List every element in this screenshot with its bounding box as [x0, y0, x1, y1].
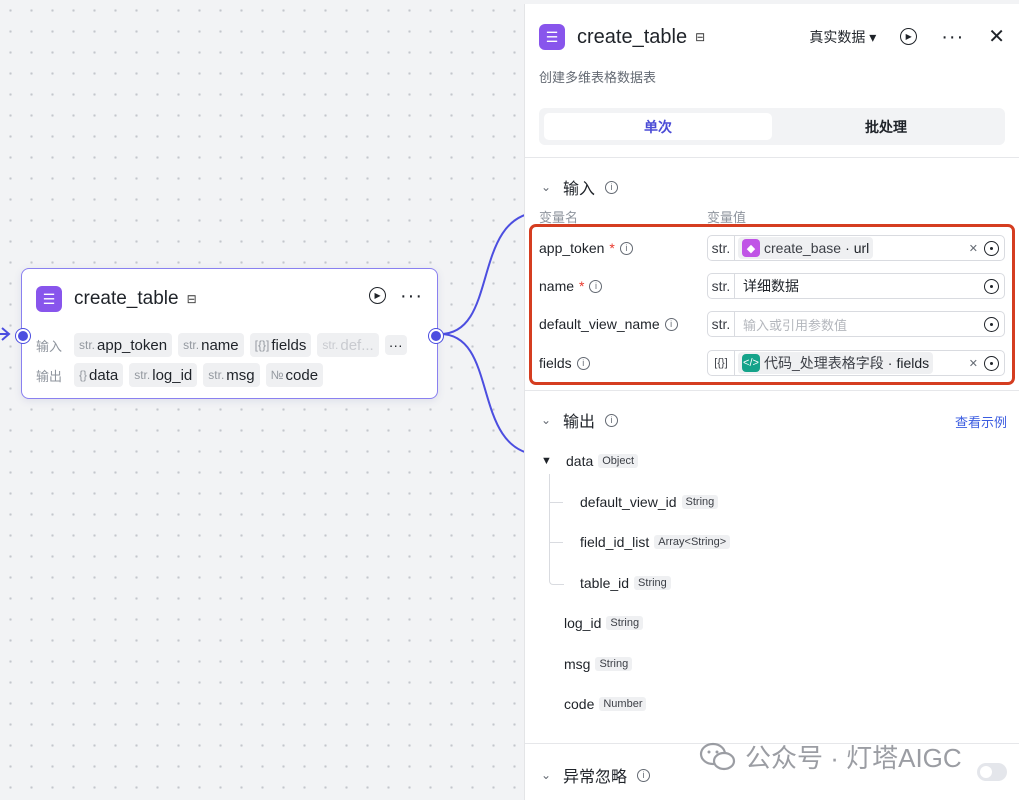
reference-chip[interactable]: </> 代码_处理表格字段 · fields — [738, 352, 934, 374]
workflow-canvas[interactable]: ☰ create_table ⊟ ▶ ··· 输入 str. app_token … — [0, 0, 541, 800]
view-example-link[interactable]: 查看示例 — [955, 412, 1007, 431]
output-msg: msg String — [564, 656, 633, 672]
table-icon: ☰ — [36, 286, 62, 312]
param-row-app-token: app_token * i str. ◆ create_base · url ✕ — [539, 234, 1005, 262]
reference-chip[interactable]: ◆ create_base · url — [738, 237, 874, 259]
node-input-chip: str. name — [178, 333, 244, 357]
default-view-name-field[interactable]: str. 输入或引用参数值 — [707, 311, 1005, 337]
panel-description: 创建多维表格数据表 — [539, 70, 657, 85]
data-mode-dropdown[interactable]: 真实数据 ▾ — [809, 27, 876, 47]
watermark: 公众号 · 灯塔AIGC — [699, 738, 962, 775]
info-icon: i — [637, 768, 651, 782]
cube-icon: ◆ — [742, 239, 760, 257]
divider — [525, 157, 1019, 158]
node-title: create_table — [74, 288, 179, 309]
info-icon: i — [576, 356, 590, 370]
reference-target-icon[interactable] — [984, 355, 999, 371]
info-icon: i — [619, 241, 633, 255]
more-icon[interactable]: ··· — [400, 286, 423, 306]
chevron-down-icon: ⌄ — [541, 413, 552, 427]
node-output-chip: {} data — [74, 363, 124, 387]
output-log-id: log_id String — [564, 615, 644, 631]
plugin-icon: ⊟ — [695, 30, 706, 44]
error-ignore-toggle[interactable] — [977, 763, 1007, 781]
app-token-field[interactable]: str. ◆ create_base · url ✕ — [707, 235, 1005, 261]
param-row-default-view-name: default_view_name i str. 输入或引用参数值 — [539, 310, 1005, 338]
node-input-chip: [{}] fields — [249, 333, 312, 357]
divider — [525, 390, 1019, 391]
caret-down-icon: ▼ — [541, 455, 552, 467]
tab-batch[interactable]: 批处理 — [772, 113, 1000, 140]
node-output-chip: str. log_id — [129, 363, 198, 387]
name-field[interactable]: str. 详细数据 — [707, 273, 1005, 299]
output-table-id: table_id String — [580, 575, 671, 591]
tree-tick — [549, 542, 563, 543]
run-button[interactable]: ▶ — [369, 287, 387, 304]
error-section-header[interactable]: ⌄ 异常忽略 i — [541, 763, 651, 787]
output-label: 输出 — [36, 368, 63, 384]
plugin-icon: ⊟ — [186, 292, 197, 306]
reference-target-icon[interactable] — [984, 240, 999, 256]
table-icon: ☰ — [539, 24, 565, 50]
clear-icon[interactable]: ✕ — [969, 242, 978, 255]
node-input-chip: str. def... — [317, 333, 379, 357]
reference-target-icon[interactable] — [984, 316, 999, 332]
node-input-chip: str. app_token — [74, 333, 173, 357]
chevron-down-icon: ⌄ — [541, 180, 552, 194]
info-icon: i — [605, 413, 619, 427]
input-port[interactable] — [16, 329, 30, 343]
output-section-header[interactable]: ⌄ 输出 i — [541, 408, 619, 432]
run-button[interactable]: ▶ — [900, 28, 918, 45]
param-row-fields: fields i [{}] </> 代码_处理表格字段 · fields ✕ — [539, 349, 1005, 377]
fields-field[interactable]: [{}] </> 代码_处理表格字段 · fields ✕ — [707, 350, 1005, 376]
wechat-icon — [699, 742, 736, 770]
code-icon: </> — [742, 354, 760, 372]
output-field-id-list: field_id_list Array<String> — [580, 534, 731, 550]
node-output-chip: № code — [265, 363, 324, 387]
param-row-name: name * i str. 详细数据 — [539, 272, 1005, 300]
node-settings-panel: ☰ create_table ⊟ 真实数据 ▾ ▶ ··· ✕ 创建多维表格数据… — [524, 4, 1019, 800]
tree-tick — [549, 502, 563, 503]
more-icon[interactable]: ··· — [941, 27, 964, 47]
input-section-header[interactable]: ⌄ 输入 i — [541, 175, 619, 199]
more-inputs-button[interactable]: ··· — [384, 335, 407, 355]
output-default-view-id: default_view_id String — [580, 494, 719, 510]
clear-icon[interactable]: ✕ — [969, 357, 978, 370]
create-table-node[interactable]: ☰ create_table ⊟ ▶ ··· 输入 str. app_token … — [16, 268, 443, 399]
node-output-chip: str. msg — [203, 363, 260, 387]
tree-line — [549, 474, 564, 585]
chevron-down-icon: ⌄ — [541, 768, 552, 782]
info-icon: i — [664, 317, 678, 331]
mode-tabs: 单次 批处理 — [539, 108, 1005, 145]
output-code: code Number — [564, 696, 647, 712]
output-data[interactable]: ▼ data Object — [541, 453, 639, 469]
input-label: 输入 — [36, 338, 63, 354]
close-icon[interactable]: ✕ — [988, 24, 1005, 49]
output-port[interactable] — [429, 329, 443, 343]
node-inputs-row: 输入 str. app_token str. name [{}] fields str… — [36, 333, 407, 357]
panel-title: create_table — [577, 25, 688, 48]
info-icon: i — [589, 279, 603, 293]
reference-target-icon[interactable] — [984, 278, 999, 294]
info-icon: i — [605, 180, 619, 194]
tab-single[interactable]: 单次 — [544, 113, 772, 140]
node-outputs-row: 输出 {} data str. log_id str. msg № code — [36, 363, 324, 387]
